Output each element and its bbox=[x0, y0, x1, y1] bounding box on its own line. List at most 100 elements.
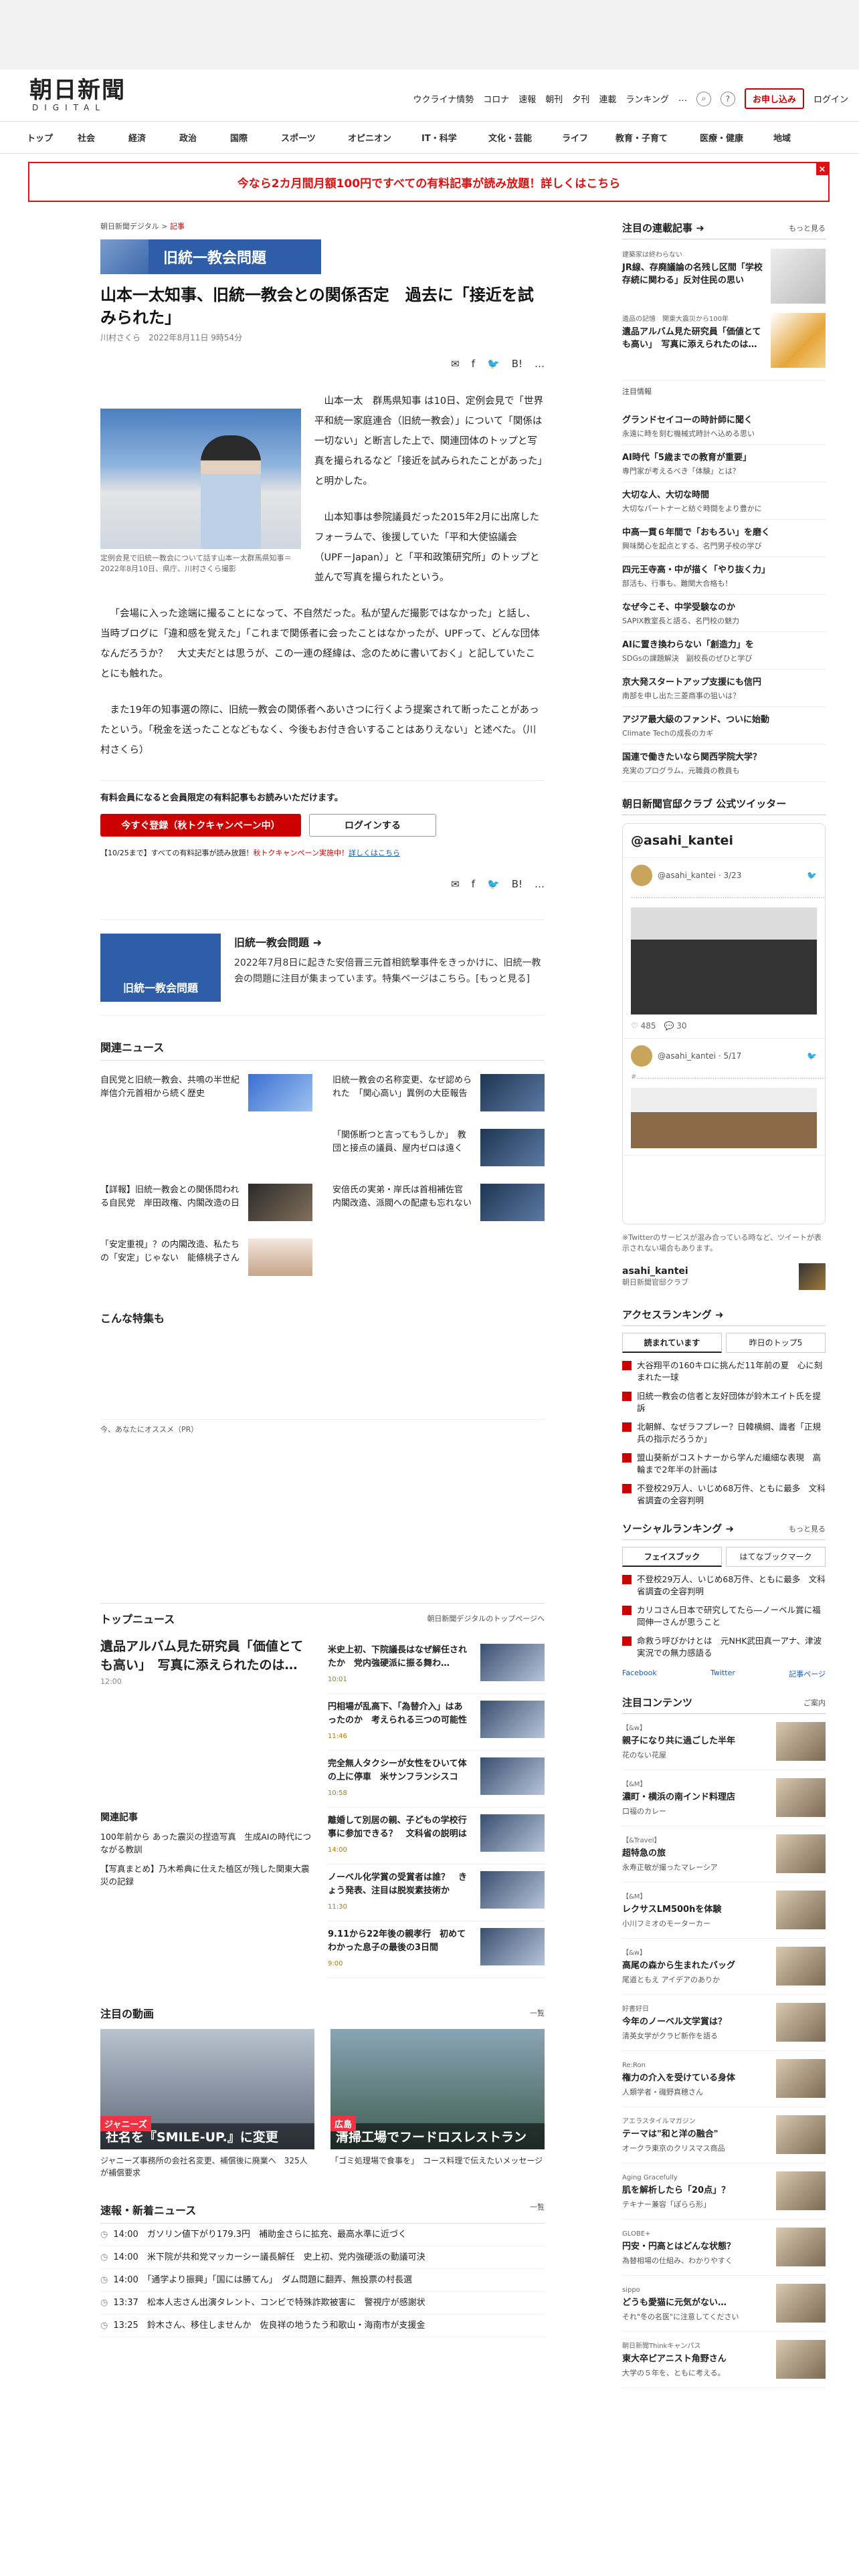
promo-item[interactable]: 四元王寺高・中が描く「やり抜く力」 部活も、行事も、難関大合格も！ bbox=[622, 557, 826, 595]
register-button[interactable]: 今すぐ登録（秋トクキャンペーン中） bbox=[100, 814, 301, 837]
twitter-account[interactable]: asahi_kantei 朝日新聞官邸クラブ bbox=[622, 1263, 826, 1290]
more-menu-icon[interactable]: … bbox=[678, 94, 687, 104]
content-item[interactable]: 朝日新聞Thinkキャンパス 東大卒ピアニスト角野さん 大学の５年を、ともに考える。 bbox=[622, 2332, 826, 2388]
util-link-ukraine[interactable]: ウクライナ情勢 bbox=[413, 92, 474, 105]
serial-item[interactable]: 建築家は終わらない JR線、存廃議論の名残し区間「学校存続に関わる」反対住民の思い bbox=[622, 249, 826, 304]
nav-society[interactable]: 社会 bbox=[78, 131, 128, 144]
breadcrumb-category[interactable]: 記事 bbox=[170, 222, 185, 231]
nav-sports[interactable]: スポーツ bbox=[281, 131, 348, 144]
social-more-link[interactable]: もっと見る bbox=[789, 1523, 826, 1534]
top-page-link[interactable]: 朝日新聞デジタルのトップページへ bbox=[427, 1613, 545, 1624]
promo-item[interactable]: 大切な人、大切な時間 大切なパートナーと紡ぐ時間をより豊かに bbox=[622, 482, 826, 520]
serial-more-link[interactable]: もっと見る bbox=[789, 223, 826, 233]
article-page-link[interactable]: 記事ページ bbox=[789, 1669, 826, 1679]
tweet-actions[interactable]: ♡ 485 💬 30 bbox=[631, 1020, 817, 1031]
nav-life[interactable]: ライフ bbox=[562, 131, 615, 144]
top-news-item[interactable]: 米史上初、下院議長はなぜ解任されたか 党内強硬派に振る舞わ… 10:01 bbox=[328, 1637, 545, 1694]
ranking-item[interactable]: 北朝鮮、なぜラフプレー？日韓横綱、識者「正規兵の指示だろうか」 bbox=[622, 1421, 826, 1445]
content-item[interactable]: 【&M】 レクサスLM500hを体験 小川フミオのモーターカー bbox=[622, 1883, 826, 1939]
promo-item[interactable]: AIに置き換わらない「創造力」を SDGsの課題解決 副校長のぜひと学び bbox=[622, 632, 826, 669]
subscribe-button[interactable]: お申し込み bbox=[744, 88, 804, 109]
promo-item[interactable]: アジア最大級のファンド、ついに始動 Climate Techの成長のカギ bbox=[622, 707, 826, 744]
breaking-item[interactable]: ◷ 13:25 鈴木さん、移住しませんか 佐良祥の地うたう和歌山・海南市が支援金 bbox=[100, 2315, 545, 2337]
nav-culture[interactable]: 文化・芸能 bbox=[488, 131, 562, 144]
top-news-item[interactable]: 円相場が乱高下、「為替介入」はあったのか 考えられる三つの可能性 11:46 bbox=[328, 1694, 545, 1751]
series-title[interactable]: 旧統一教会問題 ➜ bbox=[234, 934, 545, 950]
mail-share-icon[interactable]: ✉ bbox=[451, 358, 460, 370]
twitter-share-icon[interactable]: 🐦 bbox=[487, 358, 500, 370]
tweet-photo[interactable] bbox=[631, 1088, 817, 1148]
related-article-link[interactable]: 100年前から あった震災の捏造写真 生成AIの時代につながる教訓 bbox=[100, 1830, 312, 1856]
help-icon[interactable]: ? bbox=[720, 91, 735, 106]
tab-yesterday-top5[interactable]: 昨日のトップ5 bbox=[726, 1333, 826, 1353]
video-card[interactable]: 広島 清掃工場でフードロスレストラン 「ゴミ処理場で食事を」 コース料理で伝えた… bbox=[330, 2029, 545, 2179]
campaign-banner[interactable]: 今なら2カ月間月額100円ですべての有料記事が読み放題！詳しくはこちら × bbox=[28, 162, 830, 202]
content-item[interactable]: GLOBE+ 円安・円高とはどんな状態？ 為替相場の仕組み、わかりやすく bbox=[622, 2220, 826, 2276]
top-news-item[interactable]: ノーベル化学賞の受賞者は誰？ きょう発表、注目は脱炭素技術か 11:30 bbox=[328, 1864, 545, 1921]
login-button[interactable]: ログインする bbox=[309, 814, 436, 837]
mail-share-icon[interactable]: ✉ bbox=[451, 878, 460, 890]
promo-item[interactable]: グランドセイコーの時計師に聞く 永遠に時を刻む機械式時計へ込める思い bbox=[622, 407, 826, 445]
promo-item[interactable]: AI時代「5歳までの教育が重要」 専門家が考えるべき「体験」とは？ bbox=[622, 445, 826, 482]
ranking-item[interactable]: 命救う呼びかけとは 元NHK武田真一アナ、津波実況での無力感語る bbox=[622, 1635, 826, 1659]
related-item[interactable]: 安倍氏の実弟・岸氏は首相補佐官 内閣改造、派閥への配慮も忘れない bbox=[332, 1184, 545, 1221]
twitter-handle[interactable]: @asahi_kantei bbox=[623, 824, 825, 858]
top-news-lead[interactable]: 遺品アルバム見た研究員「価値とても高い」 写真に添えられたのは… bbox=[100, 1637, 312, 1675]
nav-politics[interactable]: 政治 bbox=[179, 131, 230, 144]
top-news-item[interactable]: 離婚して別居の親、子どもの学校行事に参加できる？ 文科省の説明は 14:00 bbox=[328, 1808, 545, 1864]
access-ranking-title[interactable]: アクセスランキング ➜ bbox=[622, 1307, 724, 1321]
util-link-series[interactable]: 連載 bbox=[599, 92, 616, 105]
related-item[interactable]: 「安定重視」？の内閣改造、私たちの「安定」じゃない 能條桃子さん bbox=[100, 1239, 312, 1276]
twitter-share-icon[interactable]: 🐦 bbox=[487, 878, 500, 890]
facebook-link[interactable]: Facebook bbox=[622, 1669, 657, 1679]
tweet[interactable]: @asahi_kantei · 3/23 🐦 ………………………………………………… bbox=[623, 858, 825, 1039]
topic-tag-banner[interactable]: 旧統一教会問題 bbox=[100, 239, 321, 274]
tweet[interactable]: @asahi_kantei · 5/17 🐦 #……………………………………………… bbox=[623, 1039, 825, 1156]
ranking-item[interactable]: 不登校29万人、いじめ68万件、ともに最多 文科省調査の全容判明 bbox=[622, 1574, 826, 1598]
nav-education[interactable]: 教育・子育て bbox=[615, 131, 700, 144]
content-item[interactable]: sippo どうも愛猫に元気がない… それ"冬の名医"に注意してください bbox=[622, 2276, 826, 2332]
breadcrumb-site[interactable]: 朝日新聞デジタル bbox=[100, 222, 159, 231]
content-guide-link[interactable]: ご案内 bbox=[803, 1697, 826, 1708]
nav-it-science[interactable]: IT・科学 bbox=[421, 131, 488, 144]
nav-international[interactable]: 国際 bbox=[230, 131, 281, 144]
content-item[interactable]: 【&w】 親子になり共に過ごした半年 花のない花屋 bbox=[622, 1714, 826, 1770]
social-ranking-title[interactable]: ソーシャルランキング ➜ bbox=[622, 1521, 734, 1535]
facebook-share-icon[interactable]: f bbox=[472, 358, 475, 370]
content-item[interactable]: 【&w】 高尾の森から生まれたバッグ 尾道ともえ アイデアのありか bbox=[622, 1939, 826, 1995]
nav-health[interactable]: 医療・健康 bbox=[700, 131, 773, 144]
top-news-item[interactable]: 9.11から22年後の親孝行 初めてわかった息子の最後の3日間 9:00 bbox=[328, 1921, 545, 1978]
breaking-item[interactable]: ◷ 14:00 ガソリン値下がり179.3円 補助金さらに拡充、最高水準に近づく bbox=[100, 2224, 545, 2246]
related-item[interactable]: 自民党と旧統一教会、共鳴の半世紀 岸信介元首相から続く歴史 bbox=[100, 1074, 312, 1111]
nav-local[interactable]: 地域 bbox=[773, 131, 814, 144]
series-promo[interactable]: 旧統一教会問題 旧統一教会問題 ➜ 2022年7月8日に起きた安倍晋三元首相銃撃… bbox=[100, 920, 545, 1016]
util-link-ranking[interactable]: ランキング bbox=[626, 92, 669, 105]
nav-top[interactable]: トップ bbox=[27, 131, 78, 144]
twitter-link[interactable]: Twitter bbox=[710, 1669, 735, 1679]
hatena-bookmark-icon[interactable]: B! bbox=[512, 358, 522, 370]
related-article-link[interactable]: 【写真まとめ】乃木希典に仕えた植区が残した関東大震災の記録 bbox=[100, 1862, 312, 1888]
hatena-bookmark-icon[interactable]: B! bbox=[512, 878, 522, 890]
ranking-item[interactable]: 不登校29万人、いじめ68万件、ともに最多 文科省調査の全容判明 bbox=[622, 1483, 826, 1507]
video-card[interactable]: ジャニーズ 社名を『SMILE-UP.』に変更 ジャニーズ事務所の会社名変更、補… bbox=[100, 2029, 314, 2179]
videos-list-link[interactable]: 一覧 bbox=[530, 2008, 545, 2018]
facebook-share-icon[interactable]: f bbox=[472, 878, 475, 890]
close-icon[interactable]: × bbox=[816, 163, 828, 175]
more-share-icon[interactable]: … bbox=[535, 878, 545, 890]
util-link-corona[interactable]: コロナ bbox=[483, 92, 509, 105]
related-item[interactable]: 旧統一教会の名称変更、なぜ認められた 「関心高い」異例の大臣報告 bbox=[332, 1074, 545, 1111]
ranking-item[interactable]: カリコさん日本で研究してたら―ノーベル賞に福岡伸一さんが思うこと bbox=[622, 1604, 826, 1628]
tab-most-read[interactable]: 読まれています bbox=[622, 1333, 722, 1353]
search-icon[interactable]: ⌕ bbox=[696, 91, 711, 106]
tab-facebook[interactable]: フェイスブック bbox=[622, 1547, 722, 1567]
article-photo[interactable]: 定例会見で旧統一教会について話す山本一太群馬県知事＝2022年8月10日、県庁、… bbox=[100, 409, 301, 574]
ranking-item[interactable]: 盟山葵新がコストナーから学んだ繊細な表現 高輪まで2年半の計画は bbox=[622, 1452, 826, 1476]
site-logo[interactable]: 朝日新聞 DIGITAL bbox=[29, 78, 126, 112]
top-news-item[interactable]: 完全無人タクシーが女性をひいて体の上に停車 米サンフランシスコ 10:58 bbox=[328, 1751, 545, 1808]
tab-hatena[interactable]: はてなブックマーク bbox=[726, 1547, 826, 1567]
util-link-breaking[interactable]: 速報 bbox=[518, 92, 536, 105]
serial-item[interactable]: 遺品の記憶 関東大震災から100年 遺品アルバム見た研究員「価値とても高い」 写真… bbox=[622, 313, 826, 368]
twitter-embed[interactable]: @asahi_kantei @asahi_kantei · 3/23 🐦 …………… bbox=[622, 823, 826, 1224]
ranking-item[interactable]: 大谷翔平の160キロに挑んだ11年前の夏 心に刻まれた一球 bbox=[622, 1360, 826, 1384]
tweet-photo[interactable] bbox=[631, 907, 817, 1014]
